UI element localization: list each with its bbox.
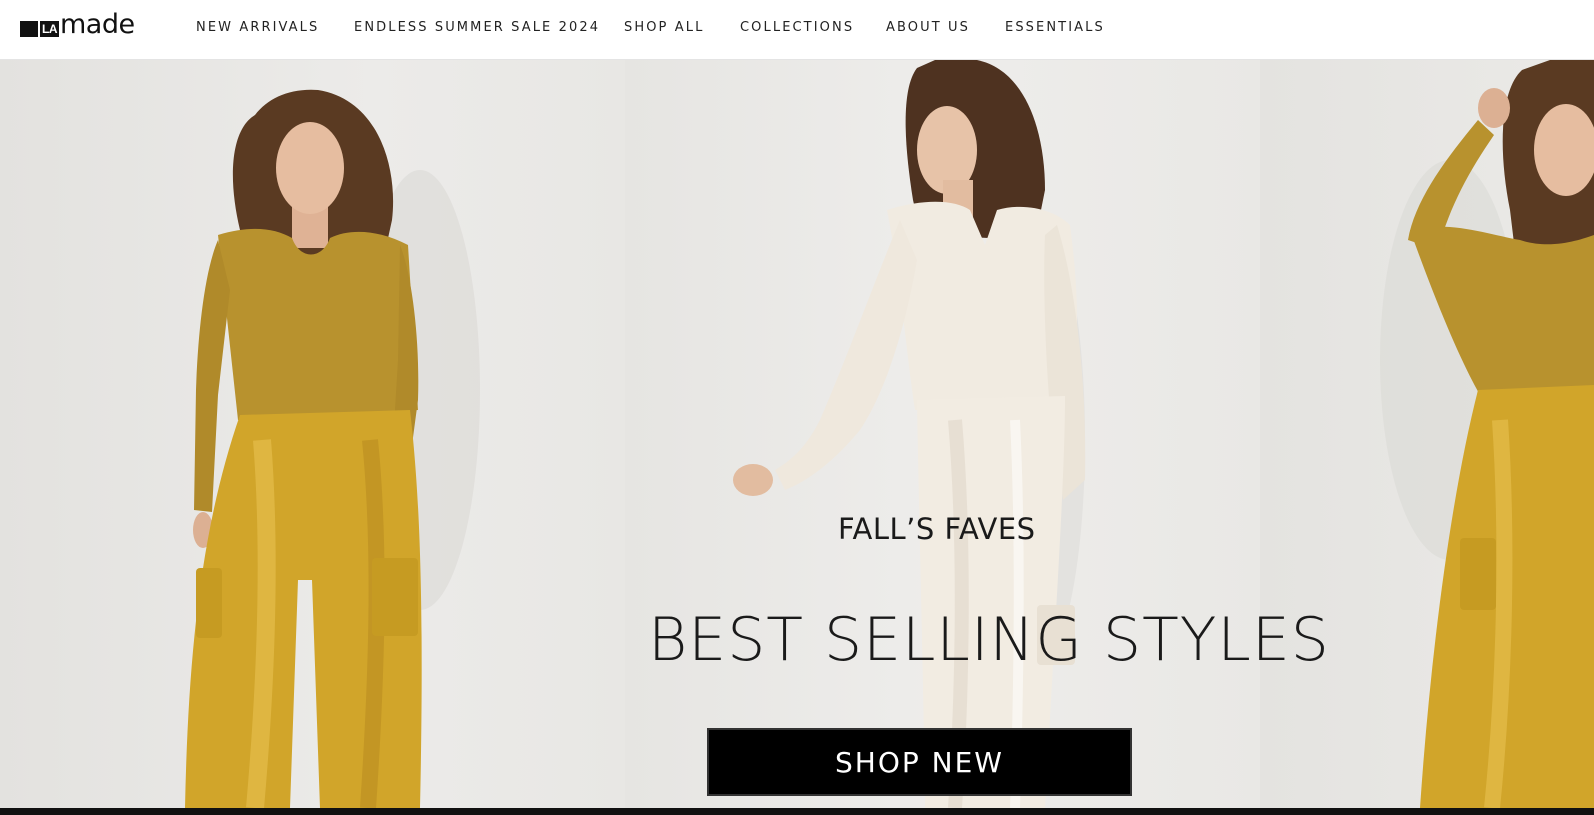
model-ivory-outfit-image (733, 60, 1086, 808)
logo-la-text: LA (40, 21, 59, 37)
logo-made-text: made (60, 9, 135, 40)
nav-item-collections[interactable]: COLLECTIONS (740, 20, 854, 35)
hero-image-panel-right (1260, 60, 1594, 808)
hero-headline: BEST SELLING STYLES (648, 605, 1330, 675)
nav-item-summer-sale[interactable]: ENDLESS SUMMER SALE 2024 (354, 20, 600, 35)
hero-image-panel-left (0, 60, 625, 808)
model-mustard-outfit-image (185, 89, 480, 808)
nav-item-essentials[interactable]: ESSENTIALS (1005, 20, 1105, 35)
nav-item-new-arrivals[interactable]: NEW ARRIVALS (196, 20, 319, 35)
hero-image-panel-center (625, 60, 1260, 808)
hero-banner[interactable]: FALL’S FAVES BEST SELLING STYLES (0, 60, 1594, 808)
logo-mark-square (20, 21, 38, 37)
site-header: LA made NEW ARRIVALS ENDLESS SUMMER SALE… (0, 0, 1594, 60)
brand-logo[interactable]: LA made (20, 10, 135, 40)
shop-new-button[interactable]: SHOP NEW (707, 728, 1132, 796)
bottom-divider (0, 808, 1594, 815)
model-mustard-outfit-image-2 (1380, 60, 1594, 808)
hero-eyebrow: FALL’S FAVES (838, 512, 1036, 546)
nav-item-about-us[interactable]: ABOUT US (886, 20, 970, 35)
nav-item-shop-all[interactable]: SHOP ALL (624, 20, 704, 35)
